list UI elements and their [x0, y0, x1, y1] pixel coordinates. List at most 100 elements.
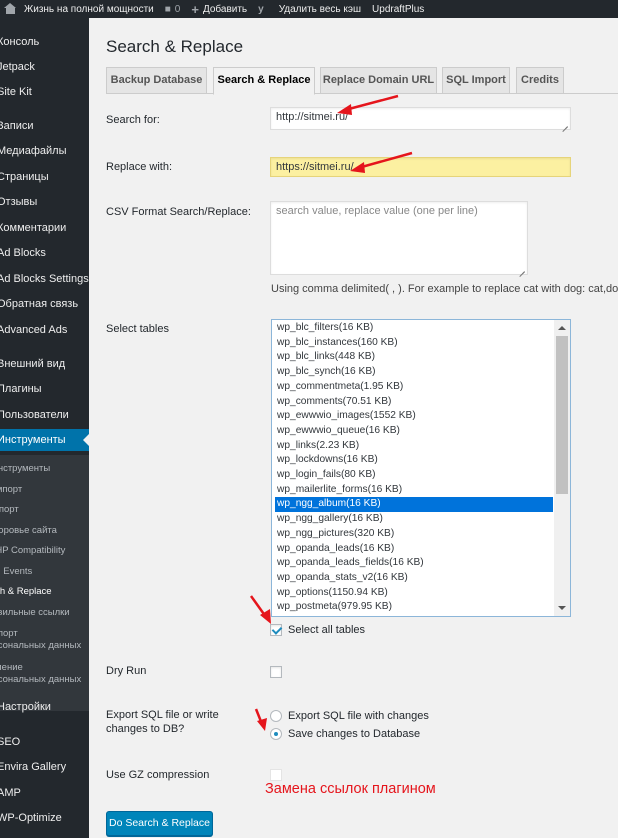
- table-option[interactable]: wp_blc_links(448 KB): [275, 350, 553, 365]
- sidebar-item-feedback[interactable]: Обратная связь: [0, 293, 86, 315]
- tab-bar: Backup Database Search & Replace Replace…: [106, 66, 618, 95]
- gz-checkbox[interactable]: [270, 769, 282, 781]
- sidebar-item-media[interactable]: Медиафайлы: [0, 140, 86, 162]
- tab-backup-database[interactable]: Backup Database: [106, 67, 207, 94]
- table-option[interactable]: wp_lockdowns(16 KB): [275, 453, 553, 468]
- tables-listbox[interactable]: wp_blc_filters(16 KB) wp_blc_instances(16…: [271, 319, 571, 617]
- sidebar-item-posts[interactable]: Записи: [0, 115, 86, 137]
- select-all-checkbox[interactable]: [270, 624, 282, 636]
- table-option[interactable]: wp_ewwwio_queue(16 KB): [275, 424, 553, 439]
- sidebar-item-wp-optimize[interactable]: WP-Optimize: [0, 807, 86, 829]
- submenu-item-import[interactable]: Импорт: [0, 484, 78, 496]
- table-option[interactable]: wp_opanda_leads(16 KB): [275, 542, 553, 557]
- table-option[interactable]: wp_options(1150.94 KB): [275, 586, 553, 601]
- search-for-input[interactable]: http://sitmei.ru/: [270, 107, 571, 130]
- do-search-replace-button[interactable]: Do Search & Replace: [106, 811, 213, 836]
- scroll-down-arrow-icon[interactable]: [558, 606, 566, 610]
- admin-bar-site[interactable]: Жизнь на полной мощности: [0, 0, 161, 18]
- table-option[interactable]: wp_ngg_pictures(320 KB): [275, 527, 553, 542]
- gz-label: Use GZ compression: [106, 769, 210, 781]
- sidebar-item-reviews[interactable]: Отзывы: [0, 191, 86, 213]
- site-name: Жизнь на полной мощности: [24, 3, 154, 15]
- scroll-up-arrow-icon[interactable]: [558, 326, 566, 330]
- scrollbar-thumb[interactable]: [556, 336, 568, 494]
- annotation-text: Замена ссылок плагином: [265, 781, 436, 797]
- csv-placeholder: search value, replace value (one per lin…: [276, 205, 478, 217]
- table-option[interactable]: wp_links(2.23 KB): [275, 439, 553, 454]
- main-content: Search & Replace Backup Database Search …: [89, 18, 618, 838]
- submenu-item-site-health[interactable]: Здоровье сайта: [0, 525, 76, 537]
- sidebar-item-settings[interactable]: Настройки: [0, 696, 86, 718]
- sidebar-item-tools[interactable]: Инструменты: [0, 429, 89, 451]
- resize-grip-icon[interactable]: [561, 120, 569, 128]
- table-option[interactable]: wp_commentmeta(1.95 KB): [275, 380, 553, 395]
- updraft-label: UpdraftPlus: [372, 3, 425, 15]
- submenu-item-php-compat[interactable]: PHP Compatibility: [0, 545, 78, 557]
- save-db-radio[interactable]: [270, 728, 282, 740]
- admin-bar-yoast[interactable]: y: [254, 0, 275, 18]
- sidebar-item-jetpack[interactable]: Jetpack: [0, 56, 86, 78]
- tab-credits[interactable]: Credits: [516, 67, 564, 94]
- table-option[interactable]: wp_blc_instances(160 KB): [275, 336, 553, 351]
- home-icon: [4, 3, 20, 15]
- sidebar-item-ad-blocks-settings[interactable]: Ad Blocks Settings: [0, 268, 89, 290]
- comments-count: 0: [174, 3, 181, 15]
- export-file-radio[interactable]: [270, 710, 282, 722]
- sidebar-item-plugins[interactable]: Плагины: [0, 378, 86, 400]
- table-option[interactable]: wp_blc_synch(16 KB): [275, 365, 553, 380]
- admin-bar-new[interactable]: + Добавить: [187, 0, 254, 18]
- table-option[interactable]: wp_opanda_leads_fields(16 KB): [275, 556, 553, 571]
- submenu-item-tools[interactable]: Инструменты: [0, 463, 80, 475]
- table-option[interactable]: wp_opanda_stats_v2(16 KB): [275, 571, 553, 586]
- sidebar-item-amp[interactable]: AMP: [0, 782, 86, 804]
- tab-search-replace[interactable]: Search & Replace: [213, 67, 315, 95]
- csv-textarea[interactable]: search value, replace value (one per lin…: [270, 201, 528, 275]
- dry-run-label: Dry Run: [106, 665, 147, 677]
- submenu-item-export[interactable]: Экспорт: [0, 504, 72, 516]
- admin-bar-updraft[interactable]: UpdraftPlus: [368, 0, 431, 18]
- select-all-label: Select all tables: [288, 624, 366, 636]
- tables-scrollbar[interactable]: [554, 320, 570, 616]
- tab-replace-domain-url[interactable]: Replace Domain URL: [320, 67, 437, 94]
- sidebar-item-comments[interactable]: Комментарии: [0, 217, 86, 239]
- dry-run-checkbox[interactable]: [270, 666, 282, 678]
- table-option[interactable]: wp_comments(70.51 KB): [275, 395, 553, 410]
- plus-icon: +: [191, 1, 199, 17]
- submenu-item-search-replace[interactable]: Search & Replace: [0, 586, 64, 598]
- table-option[interactable]: wp_postmeta(979.95 KB): [275, 600, 553, 615]
- sidebar-item-envira[interactable]: Envira Gallery: [0, 756, 86, 778]
- table-option[interactable]: wp_blc_filters(16 KB): [275, 321, 553, 336]
- sidebar-item-users[interactable]: Пользователи: [0, 404, 86, 426]
- sidebar-item-pages[interactable]: Страницы: [0, 166, 86, 188]
- table-option[interactable]: wp_ewwwio_images(1552 KB): [275, 409, 553, 424]
- sidebar-item-appearance[interactable]: Внешний вид: [0, 353, 86, 375]
- admin-bar: Жизнь на полной мощности ■ 0 + Добавить …: [0, 0, 618, 18]
- sidebar-item-dashboard[interactable]: Консоль: [0, 31, 86, 53]
- export-file-label: Export SQL file with changes: [288, 710, 429, 722]
- sidebar-item-sitekit[interactable]: Site Kit: [0, 81, 86, 103]
- tab-sql-import[interactable]: SQL Import: [442, 67, 510, 94]
- sidebar-item-ad-blocks[interactable]: Ad Blocks: [0, 242, 86, 264]
- submenu-item-erase-personal[interactable]: Удаление персональных данных: [0, 662, 81, 686]
- page-title: Search & Replace: [106, 37, 244, 56]
- table-option[interactable]: wp_ngg_gallery(16 KB): [275, 512, 553, 527]
- sidebar-item-seo[interactable]: SEO: [0, 731, 86, 753]
- submenu-item-permalinks[interactable]: Правильные ссылки: [0, 607, 70, 619]
- sidebar-item-advanced-ads[interactable]: Advanced Ads: [0, 319, 86, 341]
- search-for-label: Search for:: [106, 114, 160, 126]
- admin-bar-clear-cache[interactable]: Удалить весь кэш: [275, 0, 368, 18]
- table-option[interactable]: wp_ngg_album(16 KB): [275, 497, 553, 513]
- save-db-label: Save changes to Database: [288, 728, 421, 740]
- admin-bar-comments[interactable]: ■ 0: [161, 0, 188, 18]
- table-option[interactable]: wp_login_fails(80 KB): [275, 468, 553, 483]
- admin-sidebar: Консоль Jetpack Site Kit Записи Медиафай…: [0, 18, 89, 838]
- csv-label: CSV Format Search/Replace:: [106, 206, 251, 218]
- comment-bubble-icon: ■: [164, 3, 171, 15]
- table-option[interactable]: wp_mailerlite_forms(16 KB): [275, 483, 553, 498]
- replace-with-label: Replace with:: [106, 161, 173, 173]
- submenu-item-export-personal[interactable]: Экспорт персональных данных: [0, 628, 81, 652]
- add-new-label: Добавить: [202, 3, 248, 15]
- resize-grip-icon[interactable]: [518, 265, 526, 273]
- submenu-item-cron-events[interactable]: Cron Events: [0, 566, 69, 578]
- replace-with-input[interactable]: https://sitmei.ru/: [270, 157, 571, 177]
